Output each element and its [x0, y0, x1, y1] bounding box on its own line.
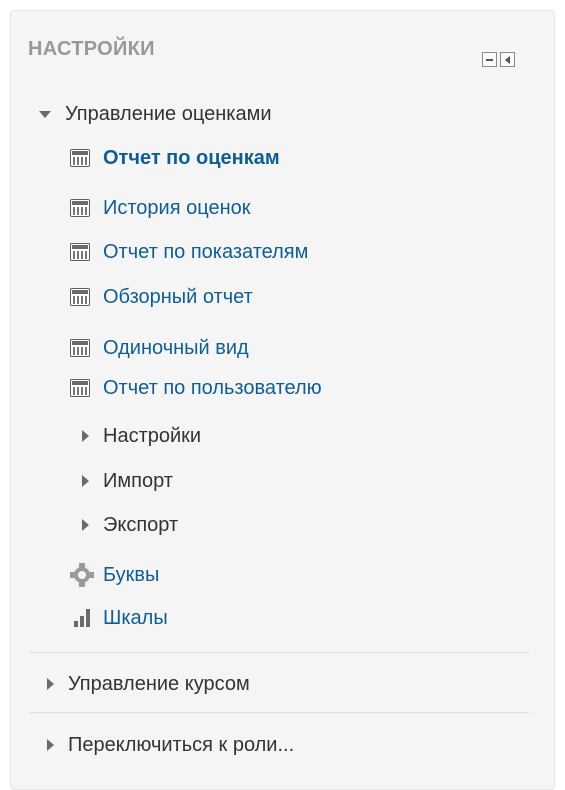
tree-item-link[interactable]: Обзорный отчет — [103, 286, 253, 309]
tree-item-outcomes-report[interactable]: Отчет по показателям — [70, 234, 308, 270]
report-icon — [70, 243, 90, 261]
tree-item-link[interactable]: Шкалы — [103, 607, 168, 630]
tree-item-link[interactable]: История оценок — [103, 197, 251, 220]
divider — [29, 712, 529, 713]
tree-item-link[interactable]: Буквы — [103, 564, 159, 587]
tree-item-overview-report[interactable]: Обзорный отчет — [70, 279, 253, 315]
tree-item-user-report[interactable]: Отчет по пользователю — [70, 370, 322, 406]
gear-icon — [70, 563, 94, 587]
tree-item-switch-role[interactable]: Переключиться к роли... — [45, 727, 294, 763]
report-icon — [70, 199, 90, 217]
report-icon — [70, 288, 90, 306]
collapsed-arrow-icon — [47, 678, 54, 690]
collapsed-arrow-icon — [82, 519, 89, 531]
tree-item-grade-settings[interactable]: Настройки — [80, 418, 201, 454]
tree-item-course-admin[interactable]: Управление курсом — [45, 666, 250, 702]
tree-item-link[interactable]: Отчет по оценкам — [103, 147, 280, 170]
tree-item-grade-history[interactable]: История оценок — [70, 190, 251, 226]
collapsed-arrow-icon — [82, 475, 89, 487]
tree-item-grader-report[interactable]: Отчет по оценкам — [70, 140, 280, 176]
tree-item-import[interactable]: Импорт — [80, 463, 173, 499]
block-title: НАСТРОЙКИ — [28, 38, 155, 60]
tree-item-label: Экспорт — [103, 513, 179, 536]
expanded-arrow-icon — [39, 110, 51, 118]
dock-icon[interactable] — [500, 52, 515, 67]
report-icon — [70, 339, 90, 357]
tree-item-link[interactable]: Отчет по показателям — [103, 241, 308, 264]
tree-item-link[interactable]: Отчет по пользователю — [103, 377, 322, 400]
tree-item-link[interactable]: Одиночный вид — [103, 337, 249, 360]
collapsed-arrow-icon — [47, 739, 54, 751]
tree-item-label: Импорт — [103, 469, 173, 492]
bar-chart-icon — [72, 608, 92, 628]
divider — [29, 652, 529, 653]
report-icon — [70, 149, 90, 167]
tree-item-export[interactable]: Экспорт — [80, 507, 178, 543]
tree-item-label: Управление оценками — [65, 102, 272, 125]
hide-icon[interactable] — [482, 52, 497, 67]
tree-item-scales[interactable]: Шкалы — [72, 600, 168, 636]
tree-item-label: Переключиться к роли... — [68, 733, 295, 756]
block-controls — [482, 52, 515, 67]
collapsed-arrow-icon — [82, 430, 89, 442]
tree-item-letters[interactable]: Буквы — [70, 557, 159, 593]
tree-item-label: Настройки — [103, 424, 202, 447]
tree-item-grades-admin[interactable]: Управление оценками — [39, 96, 272, 132]
tree-item-single-view[interactable]: Одиночный вид — [70, 330, 249, 366]
tree-item-label: Управление курсом — [68, 672, 250, 695]
report-icon — [70, 379, 90, 397]
